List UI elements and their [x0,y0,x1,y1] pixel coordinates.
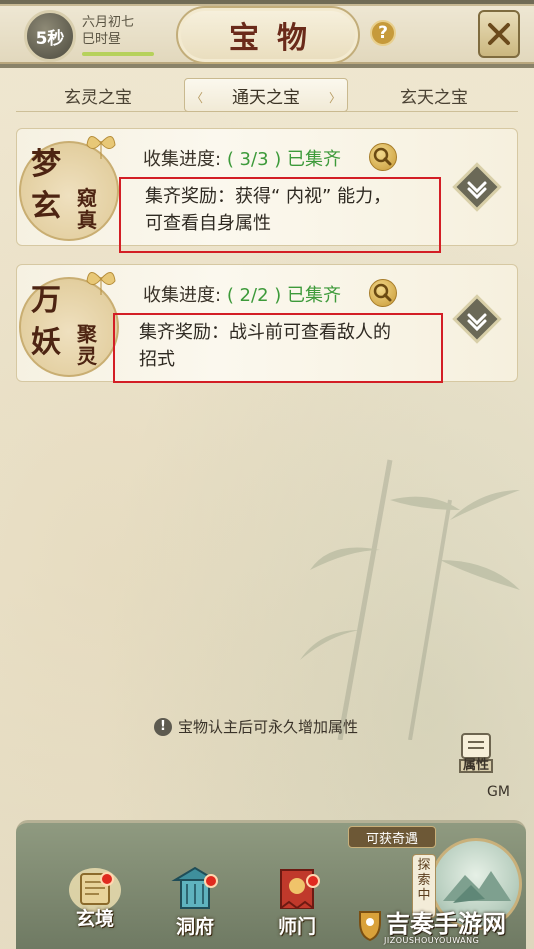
inspect-button[interactable] [369,143,397,171]
banner-icon [280,869,314,910]
tab-label: 玄灵之宝 [64,87,132,108]
date-line-2: 巳时昼 [82,32,122,47]
notification-dot [306,874,320,888]
treasure-emblem: 梦 玄 窥 真 [13,135,133,245]
expand-button[interactable] [451,293,503,345]
progress-value: ( 2/2 ) 已集齐 [226,285,341,306]
close-x-icon [488,23,510,45]
reward-line-2: 可查看自身属性 [145,213,271,234]
emblem-char: 万 [31,283,61,318]
treasure-card-2[interactable]: 万 妖 聚 灵 收集进度: ( 2/2 ) 已集齐 集齐奖励：战斗前可查看敌人的… [16,264,518,383]
timer-text: 5秒 [35,28,65,49]
tab-label: 玄天之宝 [400,87,468,108]
notification-dot [204,874,218,888]
butterfly-icon [86,272,116,295]
magnifier-icon [373,283,392,302]
progress-value: ( 3/3 ) 已集齐 [226,149,341,170]
collection-progress: 收集进度: ( 2/2 ) 已集齐 [143,281,341,307]
inspect-button[interactable] [369,279,397,307]
title-plaque: 宝物 [176,6,360,64]
adventure-tag: 可获奇遇 [348,826,436,848]
reward-line-1: 集齐奖励：战斗前可查看敌人的 [139,322,391,343]
nav-label: 师门 [277,916,316,938]
watermark-text: 吉奏手游网 [386,909,506,938]
question-icon: ? [378,23,388,43]
progress-label: 收集进度: [143,149,222,170]
nav-item-dongfu[interactable]: 洞府 [160,862,230,939]
watermark-subtext: JIZOUSHOUYOUWANG [384,936,480,945]
help-button[interactable]: ? [370,20,396,46]
expand-button[interactable] [451,161,503,213]
emblem-char-small: 真 [77,208,97,232]
reward-highlight-box: 集齐奖励：战斗前可查看敌人的 招式 [113,313,443,383]
page-title: 宝物 [229,21,325,56]
collection-progress: 收集进度: ( 3/3 ) 已集齐 [143,145,341,171]
exclamation-icon: ! [154,717,172,736]
progress-label: 收集进度: [143,285,222,306]
treasure-card-1[interactable]: 梦 玄 窥 真 收集进度: ( 3/3 ) 已集齐 集齐奖励：获得“ 内视” 能… [13,128,518,253]
date-line-1: 六月初七 [82,15,135,30]
notice-text: 宝物认主后可永久增加属性 [178,718,359,736]
pavilion-icon [171,866,219,909]
reward-line-1: 集齐奖励：获得“ 内视” 能力， [145,186,392,207]
site-watermark: 吉奏手游网 JIZOUSHOUYOUWANG [356,904,534,949]
bamboo-decoration [300,459,520,740]
attributes-label: 属性 [462,758,489,773]
reward-highlight-box: 集齐奖励：获得“ 内视” 能力， 可查看自身属性 [119,177,441,253]
game-date: 六月初七 巳时昼 [82,14,134,48]
timer-badge: 5秒 [24,10,76,62]
close-button[interactable] [478,10,520,58]
gm-button[interactable]: GM [487,784,510,800]
nav-item-shimen[interactable]: 师门 [262,862,332,939]
watermark-logo-icon [359,911,381,942]
magnifier-icon [373,147,392,166]
nav-item-xuanjing[interactable]: 玄境 [60,862,130,931]
emblem-char: 玄 [31,189,61,224]
tab-label: 通天之宝 [232,87,300,108]
butterfly-icon [86,136,116,159]
reward-line-2: 招式 [139,349,175,370]
notification-dot [100,872,114,886]
emblem-char-small: 窥 [77,186,97,210]
tab-xuantian[interactable]: 玄天之宝 [352,78,516,112]
emblem-char: 妖 [31,325,61,360]
nav-label: 洞府 [175,916,214,938]
tab-xuanling[interactable]: 玄灵之宝 [16,78,180,112]
tab-tongtian[interactable]: 〈 通天之宝 〉 [184,78,348,112]
tab-left-ornament-icon: 〈 [191,91,204,105]
emblem-char: 梦 [31,147,61,182]
emblem-char-small: 聚 [77,322,97,346]
emblem-char-small: 灵 [77,344,97,368]
tab-bar: 玄灵之宝 〈 通天之宝 〉 玄天之宝 [16,78,518,112]
tab-right-ornament-icon: 〉 [328,91,341,105]
time-progress-line [82,52,154,56]
notice-bar: ! 宝物认主后可永久增加属性 [154,716,358,737]
